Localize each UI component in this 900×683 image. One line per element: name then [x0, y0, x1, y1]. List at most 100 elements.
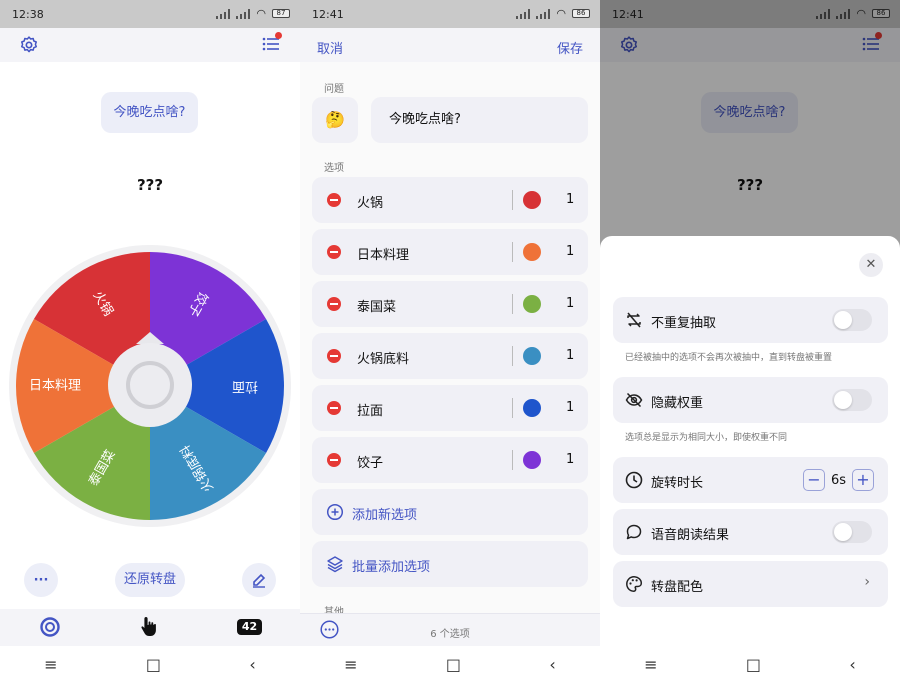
- spin-duration-row: 旋转时长 − 6s +: [613, 457, 888, 503]
- color-scheme-row[interactable]: 转盘配色 ›: [613, 561, 888, 607]
- option-name[interactable]: 拉面: [357, 400, 383, 419]
- option-name[interactable]: 饺子: [357, 452, 383, 471]
- eye-off-icon: [625, 392, 643, 408]
- option-name[interactable]: 火锅底料: [357, 348, 409, 367]
- bulk-add-button[interactable]: 批量添加选项: [312, 541, 588, 587]
- option-row[interactable]: 泰国菜 1: [312, 281, 588, 327]
- option-count: 6 个选项: [430, 629, 470, 640]
- option-name[interactable]: 泰国菜: [357, 296, 396, 315]
- option-row[interactable]: 日本料理 1: [312, 229, 588, 275]
- option-color-swatch[interactable]: [523, 451, 541, 469]
- hide-weight-label: 隐藏权重: [651, 396, 704, 411]
- remove-option-icon[interactable]: [327, 401, 341, 415]
- wheel-screen: 12:38 ◠ 87 今晚吃点啥? ??? 火锅 饺子 拉面 火锅底料 泰国菜 日本料理: [0, 0, 300, 683]
- status-time: 12:41: [312, 8, 344, 21]
- hide-weight-row: 隐藏权重: [613, 377, 888, 423]
- remove-option-icon[interactable]: [327, 349, 341, 363]
- option-weight[interactable]: 1: [566, 192, 574, 207]
- chevron-right-icon: ›: [864, 574, 870, 590]
- option-weight[interactable]: 1: [566, 452, 574, 467]
- option-weight[interactable]: 1: [566, 244, 574, 259]
- repeat-off-icon: [627, 312, 641, 328]
- option-color-swatch[interactable]: [523, 347, 541, 365]
- add-option-button[interactable]: 添加新选项: [312, 489, 588, 535]
- options-section-label: 选项: [324, 163, 344, 174]
- wheel-hub[interactable]: [108, 343, 192, 427]
- signal-icon: [516, 8, 531, 19]
- reset-wheel-button[interactable]: 还原转盘: [115, 563, 185, 597]
- divider: [512, 190, 513, 210]
- spin-duration-value: 6s: [830, 472, 846, 488]
- wifi-icon: ◠: [256, 7, 266, 20]
- wifi-icon: ◠: [556, 7, 566, 20]
- battery-icon: 87: [272, 9, 290, 18]
- status-bar: 12:41 ◠ 86: [300, 0, 600, 28]
- menu-nav-icon[interactable]: ≡: [344, 655, 357, 674]
- close-button[interactable]: ✕: [859, 253, 883, 277]
- option-row[interactable]: 火锅 1: [312, 177, 588, 223]
- option-row[interactable]: 火锅底料 1: [312, 333, 588, 379]
- remove-option-icon[interactable]: [327, 245, 341, 259]
- voice-row: 语音朗读结果: [613, 509, 888, 555]
- notification-dot: [275, 32, 282, 39]
- back-nav-icon[interactable]: ‹: [849, 655, 855, 674]
- add-option-label: 添加新选项: [352, 508, 418, 523]
- remove-option-icon[interactable]: [327, 453, 341, 467]
- settings-gear-icon[interactable]: [19, 35, 39, 55]
- counter-badge[interactable]: 42: [237, 619, 262, 635]
- decrease-button[interactable]: −: [802, 469, 825, 491]
- menu-nav-icon[interactable]: ≡: [644, 655, 657, 674]
- speech-bubble-icon: [626, 524, 642, 540]
- option-name[interactable]: 火锅: [357, 192, 383, 211]
- hide-weight-toggle[interactable]: [832, 389, 872, 411]
- spin-result: ???: [136, 176, 164, 194]
- increase-button[interactable]: +: [852, 469, 874, 491]
- color-scheme-label: 转盘配色: [651, 580, 704, 595]
- option-color-swatch[interactable]: [523, 191, 541, 209]
- home-nav-icon[interactable]: □: [446, 655, 461, 674]
- more-icon: ···: [33, 572, 49, 588]
- tap-hand-icon[interactable]: [140, 615, 160, 637]
- cancel-button[interactable]: 取消: [317, 38, 343, 57]
- wheel-tab-icon[interactable]: [40, 617, 60, 637]
- no-repeat-toggle[interactable]: [832, 309, 872, 331]
- status-time: 12:38: [12, 8, 44, 21]
- divider: [512, 450, 513, 470]
- signal-icon: [536, 8, 551, 19]
- option-color-swatch[interactable]: [523, 295, 541, 313]
- more-button[interactable]: ···: [24, 563, 58, 597]
- signal-icon: [236, 8, 251, 19]
- palette-icon: [626, 576, 643, 592]
- signal-icon: [216, 8, 231, 19]
- back-nav-icon[interactable]: ‹: [249, 655, 255, 674]
- home-nav-icon[interactable]: □: [746, 655, 761, 674]
- remove-option-icon[interactable]: [327, 193, 341, 207]
- remove-option-icon[interactable]: [327, 297, 341, 311]
- edit-button[interactable]: [242, 563, 276, 597]
- bulk-add-label: 批量添加选项: [352, 560, 431, 575]
- question-input[interactable]: 今晚吃点啥?: [371, 97, 588, 143]
- edit-screen: 12:41 ◠ 86 取消 保存 问题 🤔 今晚吃点啥? 选项 火锅 1 日本料理 1…: [300, 0, 600, 683]
- spin-duration-label: 旋转时长: [651, 476, 704, 491]
- menu-nav-icon[interactable]: ≡: [44, 655, 57, 674]
- save-button[interactable]: 保存: [557, 38, 583, 57]
- voice-toggle[interactable]: [832, 521, 872, 543]
- spin-wheel[interactable]: 火锅 饺子拉面火锅底料泰国菜日本料理: [8, 244, 292, 528]
- option-weight[interactable]: 1: [566, 400, 574, 415]
- option-color-swatch[interactable]: [523, 243, 541, 261]
- divider: [512, 398, 513, 418]
- option-row[interactable]: 拉面 1: [312, 385, 588, 431]
- option-row[interactable]: 饺子 1: [312, 437, 588, 483]
- system-nav-bar: ≡ □ ‹: [300, 646, 600, 683]
- question-emoji-button[interactable]: 🤔: [312, 97, 358, 143]
- home-nav-icon[interactable]: □: [146, 655, 161, 674]
- question-bubble[interactable]: 今晚吃点啥?: [101, 92, 198, 133]
- divider: [512, 346, 513, 366]
- option-weight[interactable]: 1: [566, 348, 574, 363]
- back-nav-icon[interactable]: ‹: [549, 655, 555, 674]
- option-name[interactable]: 日本料理: [357, 244, 409, 263]
- option-weight[interactable]: 1: [566, 296, 574, 311]
- no-repeat-row: 不重复抽取: [613, 297, 888, 343]
- option-color-swatch[interactable]: [523, 399, 541, 417]
- divider: [512, 294, 513, 314]
